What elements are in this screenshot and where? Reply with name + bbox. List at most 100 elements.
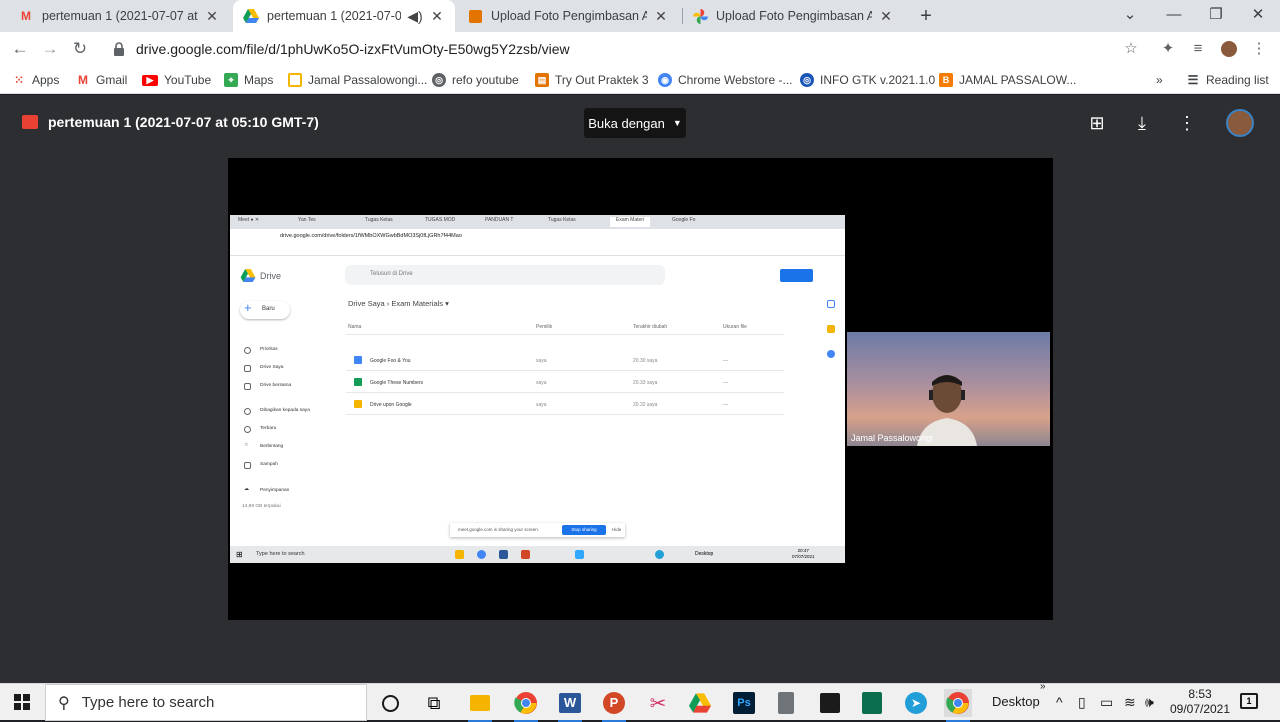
bookmark-jamal-blog[interactable]: B JAMAL PASSALOW... xyxy=(939,70,1076,90)
inner-sidebar-item: Drive Saya xyxy=(260,365,284,370)
file-modified: 20.33 saya xyxy=(633,380,658,386)
column-header: Ukuran file xyxy=(723,324,747,330)
file-modified: 20.32 saya xyxy=(633,402,658,408)
download-icon[interactable]: ⤓ xyxy=(1130,111,1154,135)
drive-app-name: Drive xyxy=(260,271,282,281)
reading-list-button[interactable]: ☰ Reading list xyxy=(1186,70,1269,90)
notification-center-icon[interactable]: 1 xyxy=(1240,693,1258,709)
file-size: — xyxy=(723,380,728,386)
chrome-active-icon[interactable] xyxy=(944,689,972,722)
column-header: Nama xyxy=(348,324,362,330)
extensions-icon[interactable]: ✦ xyxy=(1157,38,1179,60)
drive-app-icon[interactable] xyxy=(686,689,714,717)
tasks-icon xyxy=(827,350,835,358)
reload-icon[interactable]: ↻ xyxy=(68,37,92,61)
forward-arrow-icon[interactable]: → xyxy=(38,37,62,61)
bookmark-label: JAMAL PASSALOW... xyxy=(959,73,1077,87)
bookmark-tryout[interactable]: ▤ Try Out Praktek 3 xyxy=(535,70,649,90)
account-avatar[interactable] xyxy=(1226,109,1254,137)
globe-icon: ◎ xyxy=(432,73,446,87)
more-bookmarks-icon[interactable]: » xyxy=(1156,70,1163,90)
minimize-icon[interactable]: — xyxy=(1152,0,1196,32)
close-icon[interactable]: ✕ xyxy=(653,8,669,25)
chevron-down-icon: ▾ xyxy=(445,299,449,308)
column-header: Pemilik xyxy=(536,324,553,330)
chrome-icon: ◉ xyxy=(658,73,672,87)
add-shortcut-icon[interactable]: ⊞ xyxy=(1085,111,1109,135)
profile-avatar[interactable] xyxy=(1218,38,1240,60)
media-control-icon[interactable]: ≡ xyxy=(1187,38,1209,60)
inner-tab: Tugas Kelas xyxy=(548,217,576,223)
chevron-up-icon[interactable]: ^ xyxy=(1056,694,1063,710)
gmail-icon: M xyxy=(78,73,88,87)
search-icon: ⚲ xyxy=(58,694,70,712)
taskbar-search-box[interactable]: ⚲ Type here to search xyxy=(45,684,367,721)
bookmark-label: Gmail xyxy=(96,73,128,87)
close-icon[interactable]: ✕ xyxy=(204,8,220,25)
bookmark-refo[interactable]: ◎ refo youtube xyxy=(432,70,519,90)
inner-tab: Meet ● ✕ xyxy=(238,217,260,223)
close-icon[interactable]: ✕ xyxy=(429,8,445,25)
windows-start-icon[interactable] xyxy=(14,694,30,710)
new-tab-button[interactable]: + xyxy=(915,5,937,27)
clock-date: 09/07/2021 xyxy=(1169,702,1231,716)
back-arrow-icon[interactable]: ← xyxy=(8,37,32,61)
restore-icon[interactable]: ❐ xyxy=(1194,0,1238,32)
priority-icon xyxy=(244,347,251,354)
clock-time: 8:53 xyxy=(1188,687,1212,701)
volume-icon[interactable]: 🕪 xyxy=(1145,694,1154,711)
tab-drive-active[interactable]: pertemuan 1 (2021-07-07 at ◀) ✕ xyxy=(233,0,455,32)
tab-gmail[interactable]: M pertemuan 1 (2021-07-07 at 05:1 ✕ xyxy=(8,0,230,32)
chrome-menu-icon[interactable]: ⋮ xyxy=(1248,38,1270,60)
close-window-icon[interactable]: ✕ xyxy=(1236,0,1280,32)
task-view-icon[interactable]: ⧉ xyxy=(420,689,448,717)
pen-app-icon[interactable] xyxy=(858,689,886,717)
address-bar[interactable]: drive.google.com/file/d/1phUwKo5O-izxFtV… xyxy=(104,35,1154,63)
inner-share-button xyxy=(780,269,813,282)
bookmark-apps[interactable]: ⁙ Apps xyxy=(12,70,59,90)
chrome-icon[interactable] xyxy=(512,689,540,722)
screen-sharing-notice: meet.google.com is sharing your screen. … xyxy=(450,523,625,537)
bookmark-webstore[interactable]: ◉ Chrome Webstore -... xyxy=(658,70,792,90)
bookmark-infogtk[interactable]: ◎ INFO GTK v.2021.1.0 xyxy=(800,70,935,90)
mobile-icon[interactable]: ▯ xyxy=(1078,694,1086,711)
bookmark-jamal[interactable]: Jamal Passalowongi... xyxy=(288,70,427,90)
forms-icon: ▤ xyxy=(535,73,549,87)
sticky-notes-icon[interactable] xyxy=(816,689,844,717)
bookmark-youtube[interactable]: ▶ YouTube xyxy=(142,70,211,90)
word-icon[interactable]: W xyxy=(556,689,584,722)
close-icon[interactable]: ✕ xyxy=(878,8,894,25)
cortana-icon[interactable] xyxy=(376,689,404,717)
inner-sidebar-item: Drive bersama xyxy=(260,383,292,388)
inner-drive-page: Drive Telusuri di Drive Baru + Prioritas… xyxy=(230,256,845,546)
open-with-button[interactable]: Buka dengan ▼ xyxy=(584,108,686,138)
file-explorer-icon[interactable] xyxy=(466,689,494,722)
powerpoint-icon[interactable]: P xyxy=(600,689,628,722)
inner-sidebar-item: Terbaru xyxy=(260,426,277,431)
wifi-icon[interactable]: ≋ xyxy=(1124,694,1136,711)
bookmark-star-icon[interactable]: ☆ xyxy=(1120,38,1142,60)
bookmark-maps[interactable]: ⌖ Maps xyxy=(224,70,273,90)
inner-tab: Yan Tes xyxy=(298,217,316,223)
inner-tab: Google Fo xyxy=(672,217,696,223)
browser-tab-strip: M pertemuan 1 (2021-07-07 at 05:1 ✕ pert… xyxy=(0,0,1280,32)
taskbar-search-placeholder: Type here to search xyxy=(81,694,215,711)
taskbar-clock[interactable]: 8:53 09/07/2021 xyxy=(1168,687,1232,717)
snipping-tool-icon[interactable]: ✂ xyxy=(644,689,672,717)
plus-icon: + xyxy=(244,300,252,315)
file-name: Google Foo & You xyxy=(370,358,411,364)
calculator-icon[interactable] xyxy=(772,689,800,717)
desktop-toolbar-label[interactable]: Desktop xyxy=(992,694,1040,709)
tab-search-icon[interactable]: ⌄ xyxy=(1108,0,1152,32)
drive-icon xyxy=(243,8,259,24)
battery-icon[interactable]: ▭ xyxy=(1100,694,1113,711)
telegram-icon[interactable]: ➤ xyxy=(902,689,930,717)
more-actions-icon[interactable]: ⋮ xyxy=(1175,111,1199,135)
photoshop-icon[interactable]: Ps xyxy=(730,689,758,717)
tab-upload-photos[interactable]: Upload Foto Pengimbasan Anda ✕ xyxy=(682,0,904,32)
toolbar-expand-icon[interactable]: » xyxy=(1040,681,1046,692)
inner-sidebar-item: Prioritas xyxy=(260,347,278,352)
bookmark-gmail[interactable]: M Gmail xyxy=(76,70,127,90)
tab-upload-forms[interactable]: Upload Foto Pengimbasan Anda ✕ xyxy=(457,0,679,32)
speaker-icon[interactable]: ◀) xyxy=(407,8,423,25)
